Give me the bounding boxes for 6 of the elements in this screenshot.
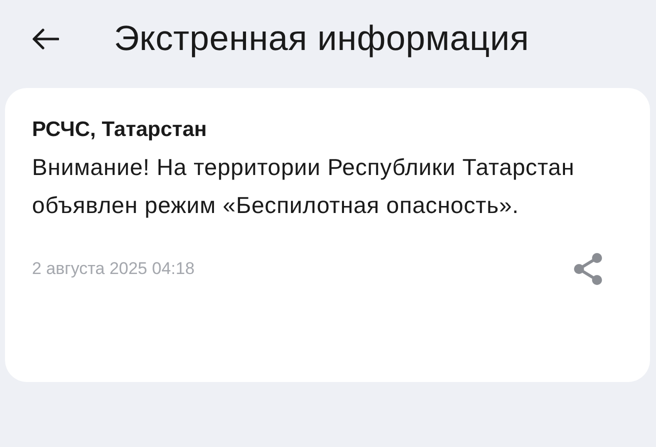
- share-icon[interactable]: [572, 252, 604, 286]
- page-title: Экстренная информация: [114, 19, 530, 59]
- message-date: 2 августа 2025 04:18: [32, 259, 195, 279]
- back-icon[interactable]: [31, 28, 59, 50]
- message-sender: РСЧС, Татарстан: [32, 118, 208, 142]
- message-text: Внимание! На территории Республики Татарстан объявлен режим «Беспилотная опасность».: [32, 153, 576, 220]
